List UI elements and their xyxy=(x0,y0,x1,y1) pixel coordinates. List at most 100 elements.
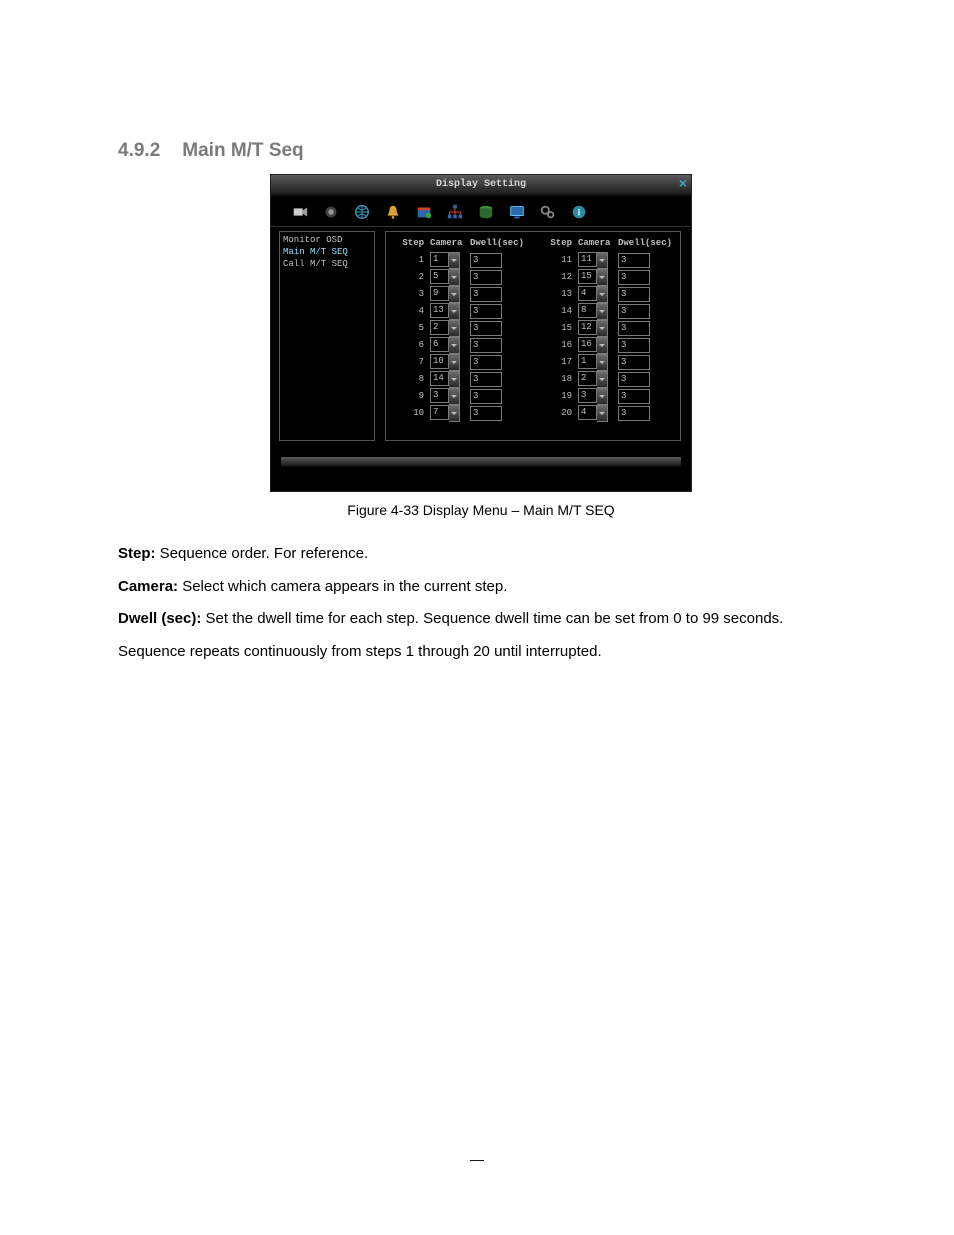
chevron-down-icon[interactable] xyxy=(597,354,608,371)
table-row: 1483 xyxy=(542,303,672,319)
chevron-down-icon[interactable] xyxy=(597,388,608,405)
step-number: 14 xyxy=(542,306,578,316)
table-row: 7103 xyxy=(394,354,524,370)
camera-value: 7 xyxy=(430,405,449,420)
sidebar-item-monitor-osd[interactable]: Monitor OSD xyxy=(283,234,371,246)
step-number: 6 xyxy=(394,340,430,350)
desc-dwell: Dwell (sec): Set the dwell time for each… xyxy=(118,605,844,634)
camera-value: 12 xyxy=(578,320,597,335)
camera-value: 4 xyxy=(578,286,597,301)
chevron-down-icon[interactable] xyxy=(449,320,460,337)
alarm-icon[interactable] xyxy=(384,203,402,221)
desc-camera: Camera: Select which camera appears in t… xyxy=(118,573,844,602)
table-row: 523 xyxy=(394,320,524,336)
dwell-input[interactable]: 3 xyxy=(618,321,650,336)
dwell-input[interactable]: 3 xyxy=(470,270,502,285)
close-icon[interactable]: × xyxy=(679,177,687,193)
camera-value: 3 xyxy=(578,388,597,403)
camera-value: 1 xyxy=(578,354,597,369)
camera-select[interactable]: 10 xyxy=(430,354,460,371)
sidebar-item-main-mt-seq[interactable]: Main M/T SEQ xyxy=(283,246,371,258)
camera-select[interactable]: 7 xyxy=(430,405,460,422)
dwell-input[interactable]: 3 xyxy=(618,270,650,285)
chevron-down-icon[interactable] xyxy=(449,388,460,405)
dwell-input[interactable]: 3 xyxy=(618,253,650,268)
camera-value: 4 xyxy=(578,405,597,420)
chevron-down-icon[interactable] xyxy=(449,286,460,303)
camera-select[interactable]: 11 xyxy=(578,252,608,269)
camera-value: 11 xyxy=(578,252,597,267)
table-row: 15123 xyxy=(542,320,672,336)
dwell-input[interactable]: 3 xyxy=(618,355,650,370)
chevron-down-icon[interactable] xyxy=(597,303,608,320)
chevron-down-icon[interactable] xyxy=(597,286,608,303)
step-number: 9 xyxy=(394,391,430,401)
step-number: 17 xyxy=(542,357,578,367)
chevron-down-icon[interactable] xyxy=(597,405,608,422)
chevron-down-icon[interactable] xyxy=(449,269,460,286)
camera-select[interactable]: 5 xyxy=(430,269,460,286)
dialog-title: Display Setting xyxy=(271,179,691,190)
camera-select[interactable]: 3 xyxy=(430,388,460,405)
camera-select[interactable]: 1 xyxy=(430,252,460,269)
schedule-icon[interactable] xyxy=(415,203,433,221)
dwell-input[interactable]: 3 xyxy=(618,304,650,319)
chevron-down-icon[interactable] xyxy=(597,320,608,337)
camera-select[interactable]: 13 xyxy=(430,303,460,320)
camera-select[interactable]: 16 xyxy=(578,337,608,354)
record-icon[interactable] xyxy=(322,203,340,221)
camera-select[interactable]: 14 xyxy=(430,371,460,388)
camera-select[interactable]: 9 xyxy=(430,286,460,303)
camera-select[interactable]: 1 xyxy=(578,354,608,371)
web-icon[interactable] xyxy=(353,203,371,221)
camera-select[interactable]: 15 xyxy=(578,269,608,286)
chevron-down-icon[interactable] xyxy=(449,337,460,354)
step-number: 19 xyxy=(542,391,578,401)
chevron-down-icon[interactable] xyxy=(597,371,608,388)
dwell-input[interactable]: 3 xyxy=(470,406,502,421)
camera-select[interactable]: 4 xyxy=(578,286,608,303)
dwell-input[interactable]: 3 xyxy=(470,372,502,387)
dwell-input[interactable]: 3 xyxy=(470,253,502,268)
chevron-down-icon[interactable] xyxy=(597,252,608,269)
display-icon[interactable] xyxy=(508,203,526,221)
chevron-down-icon[interactable] xyxy=(449,303,460,320)
chevron-down-icon[interactable] xyxy=(449,252,460,269)
chevron-down-icon[interactable] xyxy=(449,405,460,422)
dwell-input[interactable]: 3 xyxy=(470,389,502,404)
camera-select[interactable]: 2 xyxy=(578,371,608,388)
dwell-input[interactable]: 3 xyxy=(470,338,502,353)
description-block: Step: Sequence order. For reference. Cam… xyxy=(118,540,844,666)
info-icon[interactable]: i xyxy=(570,203,588,221)
camera-select[interactable]: 4 xyxy=(578,405,608,422)
dwell-input[interactable]: 3 xyxy=(618,372,650,387)
dwell-input[interactable]: 3 xyxy=(618,287,650,302)
disk-icon[interactable] xyxy=(477,203,495,221)
camera-icon[interactable] xyxy=(291,203,309,221)
camera-select[interactable]: 12 xyxy=(578,320,608,337)
dialog-footer-bar xyxy=(281,457,681,467)
chevron-down-icon[interactable] xyxy=(449,371,460,388)
chevron-down-icon[interactable] xyxy=(597,337,608,354)
camera-select[interactable]: 8 xyxy=(578,303,608,320)
camera-value: 15 xyxy=(578,269,597,284)
camera-select[interactable]: 2 xyxy=(430,320,460,337)
chevron-down-icon[interactable] xyxy=(449,354,460,371)
dwell-input[interactable]: 3 xyxy=(618,406,650,421)
network-icon[interactable] xyxy=(446,203,464,221)
camera-value: 16 xyxy=(578,337,597,352)
camera-value: 2 xyxy=(430,320,449,335)
figure: Display Setting × i Monitor OSD Main M/T… xyxy=(118,174,844,518)
camera-select[interactable]: 6 xyxy=(430,337,460,354)
dwell-input[interactable]: 3 xyxy=(470,355,502,370)
system-icon[interactable] xyxy=(539,203,557,221)
camera-select[interactable]: 3 xyxy=(578,388,608,405)
dwell-input[interactable]: 3 xyxy=(470,321,502,336)
chevron-down-icon[interactable] xyxy=(597,269,608,286)
step-number: 12 xyxy=(542,272,578,282)
sidebar-item-call-mt-seq[interactable]: Call M/T SEQ xyxy=(283,258,371,270)
dwell-input[interactable]: 3 xyxy=(618,338,650,353)
dwell-input[interactable]: 3 xyxy=(470,287,502,302)
dwell-input[interactable]: 3 xyxy=(470,304,502,319)
dwell-input[interactable]: 3 xyxy=(618,389,650,404)
